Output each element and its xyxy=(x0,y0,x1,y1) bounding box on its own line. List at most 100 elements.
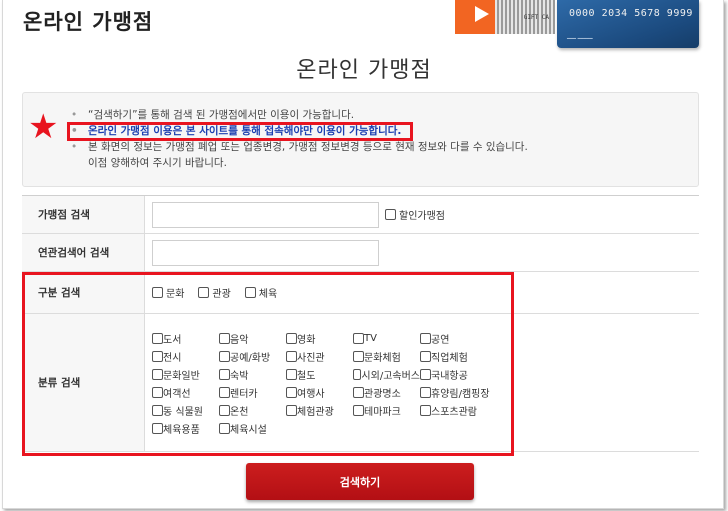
category-label: 음악 xyxy=(230,334,249,346)
category-checkbox[interactable] xyxy=(353,404,364,416)
category-option[interactable]: 동 식물원 xyxy=(152,403,219,418)
category-option[interactable]: 체육시설 xyxy=(219,421,286,436)
division-checkbox[interactable] xyxy=(152,287,163,298)
category-option[interactable]: 여객선 xyxy=(152,385,219,400)
category-checkbox[interactable] xyxy=(152,422,163,434)
category-option[interactable]: TV xyxy=(353,331,420,346)
category-checkbox[interactable] xyxy=(286,368,297,380)
banner-ticket-image[interactable]: GIFT CA xyxy=(455,0,555,34)
category-checkbox[interactable] xyxy=(420,368,431,380)
category-checkbox[interactable] xyxy=(286,404,297,416)
category-label: 온천 xyxy=(230,406,249,418)
category-checkbox[interactable] xyxy=(152,368,163,380)
category-option[interactable]: 전시 xyxy=(152,349,219,364)
category-checkbox[interactable] xyxy=(353,350,364,362)
category-checkbox[interactable] xyxy=(353,332,364,344)
division-option[interactable]: 문화 xyxy=(152,285,184,300)
category-label: 스포츠관람 xyxy=(431,406,477,418)
bullet-icon: • xyxy=(71,141,78,153)
category-option[interactable]: 도서 xyxy=(152,331,219,346)
play-icon xyxy=(475,6,489,22)
category-option[interactable]: 음악 xyxy=(219,331,286,346)
category-label: 시외/고속버스 xyxy=(361,370,420,382)
banner-card-image[interactable]: 0000 2034 5678 9999 ━━━ ━━━━━ xyxy=(557,0,699,48)
category-label: 여행사 xyxy=(297,388,325,400)
category-label: 문화체험 xyxy=(364,352,401,364)
category-label: 렌터카 xyxy=(230,388,258,400)
category-checkbox[interactable] xyxy=(152,332,163,344)
category-option[interactable]: 공연 xyxy=(420,331,502,346)
category-label: TV xyxy=(364,332,377,344)
category-checkbox[interactable] xyxy=(353,368,362,380)
category-option[interactable]: 영화 xyxy=(286,331,353,346)
division-option[interactable]: 체육 xyxy=(244,285,277,300)
category-option[interactable]: 온천 xyxy=(219,403,286,418)
category-option[interactable]: 숙박 xyxy=(219,367,286,382)
related-search-input[interactable] xyxy=(152,239,379,266)
category-checkbox[interactable] xyxy=(286,350,297,362)
discount-store-option[interactable]: 할인가맹점 xyxy=(385,207,445,222)
star-icon: ★ xyxy=(28,107,59,147)
discount-checkbox[interactable] xyxy=(385,209,396,220)
category-checkbox[interactable] xyxy=(219,386,230,398)
category-option[interactable]: 관광명소 xyxy=(353,385,420,400)
category-label: 국내항공 xyxy=(431,370,468,382)
category-option[interactable]: 휴양림/캠핑장 xyxy=(420,385,502,400)
category-option[interactable]: 스포츠관람 xyxy=(420,403,502,418)
category-checkbox[interactable] xyxy=(152,350,163,362)
category-label: 휴양림/캠핑장 xyxy=(431,388,490,400)
row-store-search: 가맹점 검색 할인가맹점 xyxy=(22,196,699,234)
header-title: 온라인 가맹점 xyxy=(23,10,154,34)
bullet-icon: • xyxy=(71,109,78,121)
division-checkbox[interactable] xyxy=(198,287,210,298)
category-option[interactable]: 문화일반 xyxy=(152,367,219,382)
category-label: 테마파크 xyxy=(364,406,401,418)
category-checkbox[interactable] xyxy=(219,350,230,362)
category-checkbox[interactable] xyxy=(286,332,297,344)
category-option[interactable]: 국내항공 xyxy=(420,367,502,382)
division-checkbox[interactable] xyxy=(244,287,256,298)
highlight-annotation-box xyxy=(67,122,413,141)
category-checkbox[interactable] xyxy=(219,368,230,380)
row-division-search: 구분 검색 문화 관광 체육 xyxy=(22,272,699,314)
category-checkbox[interactable] xyxy=(219,332,230,344)
category-checkbox[interactable] xyxy=(420,332,431,344)
category-option[interactable]: 여행사 xyxy=(286,385,353,400)
category-checkbox[interactable] xyxy=(286,386,297,398)
category-checkbox[interactable] xyxy=(219,422,230,434)
division-option[interactable]: 관광 xyxy=(198,285,231,300)
category-label: 관광명소 xyxy=(364,388,401,400)
category-checkbox[interactable] xyxy=(420,350,431,362)
category-option[interactable]: 시외/고속버스 xyxy=(353,367,420,382)
category-option[interactable]: 철도 xyxy=(286,367,353,382)
notice-line-1: • “검색하기”를 통해 검색 된 가맹점에서만 이용이 가능합니다. xyxy=(71,109,355,121)
discount-label: 할인가맹점 xyxy=(399,211,445,222)
category-option[interactable]: 직업체험 xyxy=(420,349,502,364)
category-option[interactable]: 체육용품 xyxy=(152,421,219,436)
store-search-input[interactable] xyxy=(152,201,379,228)
category-checkbox[interactable] xyxy=(152,404,163,416)
row-related-search: 연관검색어 검색 xyxy=(22,234,699,272)
page-frame: 온라인 가맹점 GIFT CA 0000 2034 5678 9999 ━━━ … xyxy=(2,0,724,509)
category-option[interactable]: 테마파크 xyxy=(353,403,420,418)
category-checkbox[interactable] xyxy=(353,386,364,398)
category-option[interactable]: 사진관 xyxy=(286,349,353,364)
category-label: 체험관광 xyxy=(297,406,334,418)
category-option[interactable]: 체험관광 xyxy=(286,403,353,418)
category-checkbox[interactable] xyxy=(152,386,163,398)
category-label: 문화일반 xyxy=(163,370,200,382)
category-option[interactable]: 문화체험 xyxy=(353,349,420,364)
category-checkbox[interactable] xyxy=(219,404,230,416)
search-button[interactable]: 검색하기 xyxy=(246,463,474,500)
related-search-label: 연관검색어 검색 xyxy=(22,234,145,271)
category-grid: 도서 음악 영화 TV 공연전시 공예/화방 사진관 문화체험 직업체험문화일반 숙박 철도 시외/고… xyxy=(152,330,502,436)
category-label: 전시 xyxy=(163,352,182,364)
ticket-tag: GIFT CA xyxy=(523,14,549,21)
notice-box: • “검색하기”를 통해 검색 된 가맹점에서만 이용이 가능합니다. • 온라인 … xyxy=(22,92,699,187)
card-number: 0000 2034 5678 9999 xyxy=(569,8,693,19)
category-label: 영화 xyxy=(297,334,316,346)
category-option[interactable]: 렌터카 xyxy=(219,385,286,400)
category-option[interactable]: 공예/화방 xyxy=(219,349,286,364)
category-checkbox[interactable] xyxy=(420,404,431,416)
category-checkbox[interactable] xyxy=(420,386,431,398)
